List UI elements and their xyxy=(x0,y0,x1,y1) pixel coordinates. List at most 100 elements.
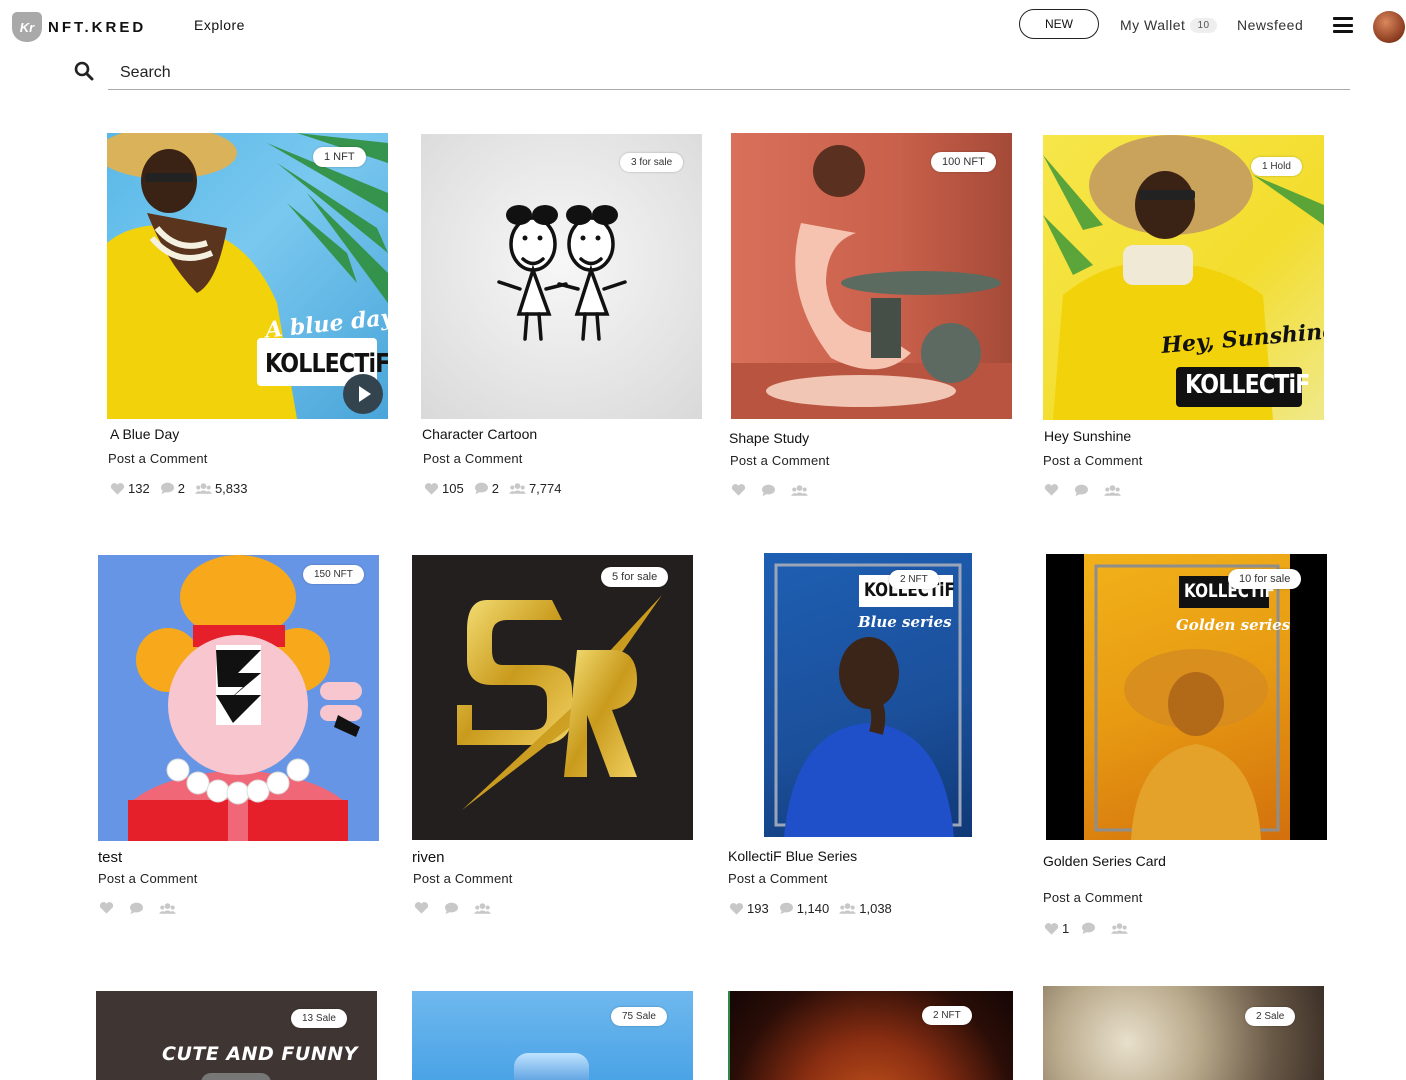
nav-explore-link[interactable]: Explore xyxy=(194,17,245,33)
art-text-kollectif: KOLLECTiF xyxy=(1185,370,1310,400)
avatar[interactable] xyxy=(1373,11,1405,43)
nft-badge: 1 NFT xyxy=(313,147,366,167)
logo-mark-icon: Kr xyxy=(12,12,42,42)
nft-title[interactable]: Shape Study xyxy=(729,430,809,446)
wallet-count-badge: 10 xyxy=(1190,17,1217,33)
nft-badge: 13 Sale xyxy=(291,1009,347,1028)
nft-image[interactable]: KOLLECTiF Blue series xyxy=(764,553,972,837)
comment-icon xyxy=(762,484,775,496)
nft-title[interactable]: riven xyxy=(412,849,445,866)
post-comment-link[interactable]: Post a Comment xyxy=(108,451,208,466)
like-stat[interactable]: 1 xyxy=(1044,921,1069,936)
nft-title[interactable]: Golden Series Card xyxy=(1043,853,1166,869)
search-input[interactable] xyxy=(108,56,1350,90)
views-stat xyxy=(474,902,494,915)
nft-title[interactable]: Character Cartoon xyxy=(422,426,537,442)
like-stat[interactable] xyxy=(414,901,432,915)
comment-icon xyxy=(130,902,143,914)
users-icon xyxy=(791,484,808,496)
heart-icon xyxy=(729,902,744,915)
my-wallet-link[interactable]: My Wallet 10 xyxy=(1120,17,1217,33)
nft-stats xyxy=(414,901,504,915)
nft-image[interactable] xyxy=(1043,986,1324,1080)
nft-badge: 75 Sale xyxy=(611,1007,667,1026)
nft-stats: 132 2 5,833 xyxy=(110,481,257,496)
views-count: 1,038 xyxy=(859,901,892,916)
search-icon[interactable] xyxy=(74,61,94,81)
like-stat[interactable]: 193 xyxy=(729,901,769,916)
post-comment-link[interactable]: Post a Comment xyxy=(1043,453,1143,468)
views-count: 5,833 xyxy=(214,481,248,496)
comment-count: 2 xyxy=(491,481,499,496)
nft-image[interactable]: A blue day KOLLECTiF xyxy=(107,133,388,419)
nft-image[interactable] xyxy=(421,134,702,419)
comment-stat[interactable] xyxy=(1081,922,1099,935)
comment-icon xyxy=(1082,922,1096,935)
post-comment-link[interactable]: Post a Comment xyxy=(730,453,830,468)
like-stat[interactable] xyxy=(99,901,117,915)
like-stat[interactable] xyxy=(731,483,749,497)
nft-title[interactable]: A Blue Day xyxy=(110,426,179,442)
nft-stats: 1 xyxy=(1044,921,1141,936)
views-stat: 7,774 xyxy=(508,481,562,496)
comment-stat[interactable] xyxy=(444,902,462,915)
comment-stat[interactable] xyxy=(761,484,779,497)
nft-badge: 100 NFT xyxy=(931,152,996,172)
nft-image[interactable] xyxy=(412,555,693,840)
heart-icon xyxy=(1044,484,1059,496)
views-stat xyxy=(791,484,811,497)
nft-badge: 1 Hold xyxy=(1251,157,1302,176)
play-icon[interactable] xyxy=(343,374,383,414)
post-comment-link[interactable]: Post a Comment xyxy=(423,451,523,466)
users-icon xyxy=(508,483,526,494)
heart-icon xyxy=(110,482,125,495)
nft-stats xyxy=(99,901,189,915)
views-stat: 5,833 xyxy=(194,481,248,496)
post-comment-link[interactable]: Post a Comment xyxy=(413,871,513,886)
nft-image[interactable]: KOLLECTiF Golden series xyxy=(1046,554,1327,840)
logo[interactable]: Kr NFT.KRED xyxy=(12,12,146,42)
views-stat: 1,038 xyxy=(839,901,892,916)
post-comment-link[interactable]: Post a Comment xyxy=(98,871,198,886)
nft-image[interactable] xyxy=(98,555,379,841)
views-stat xyxy=(1104,484,1124,497)
comment-stat[interactable] xyxy=(1074,484,1092,497)
like-stat[interactable]: 105 xyxy=(424,481,464,496)
nft-image[interactable]: CUTE AND FUNNY xyxy=(96,991,377,1080)
nft-stats: 105 2 7,774 xyxy=(424,481,571,496)
comment-count: 2 xyxy=(177,481,185,496)
heart-icon xyxy=(424,482,439,495)
post-comment-link[interactable]: Post a Comment xyxy=(728,871,828,886)
nft-image[interactable] xyxy=(731,133,1012,419)
art-text-golden-series: Golden series xyxy=(1176,616,1291,634)
nft-stats xyxy=(731,483,821,497)
nft-title[interactable]: test xyxy=(98,849,122,866)
nft-title[interactable]: KollectiF Blue Series xyxy=(728,848,857,864)
heart-icon xyxy=(731,484,746,496)
post-comment-link[interactable]: Post a Comment xyxy=(1043,890,1143,905)
nft-title[interactable]: Hey Sunshine xyxy=(1044,428,1131,444)
heart-icon xyxy=(99,902,114,914)
nft-badge: 2 NFT xyxy=(889,570,939,589)
views-stat xyxy=(159,902,179,915)
comment-stat[interactable]: 2 xyxy=(160,481,185,496)
comment-stat[interactable]: 2 xyxy=(474,481,499,496)
nft-image[interactable] xyxy=(728,991,1013,1080)
nft-image[interactable] xyxy=(412,991,693,1080)
comment-stat[interactable]: 1,140 xyxy=(779,901,830,916)
art-text-cute-and-funny: CUTE AND FUNNY xyxy=(162,1043,358,1065)
nft-badge: 3 for sale xyxy=(620,153,684,172)
comment-stat[interactable] xyxy=(129,902,147,915)
views-count: 7,774 xyxy=(528,481,562,496)
new-button[interactable]: NEW xyxy=(1019,9,1099,39)
nft-image[interactable]: Hey, Sunshine! KOLLECTiF xyxy=(1043,135,1324,420)
nft-badge: 5 for sale xyxy=(601,567,669,587)
heart-icon xyxy=(414,902,429,914)
hamburger-menu-icon[interactable] xyxy=(1333,17,1353,33)
users-icon xyxy=(194,483,212,494)
like-stat[interactable] xyxy=(1044,483,1062,497)
like-stat[interactable]: 132 xyxy=(110,481,150,496)
newsfeed-link[interactable]: Newsfeed xyxy=(1237,17,1303,33)
wallet-label: My Wallet xyxy=(1120,17,1186,33)
comment-count: 1,140 xyxy=(796,901,830,916)
